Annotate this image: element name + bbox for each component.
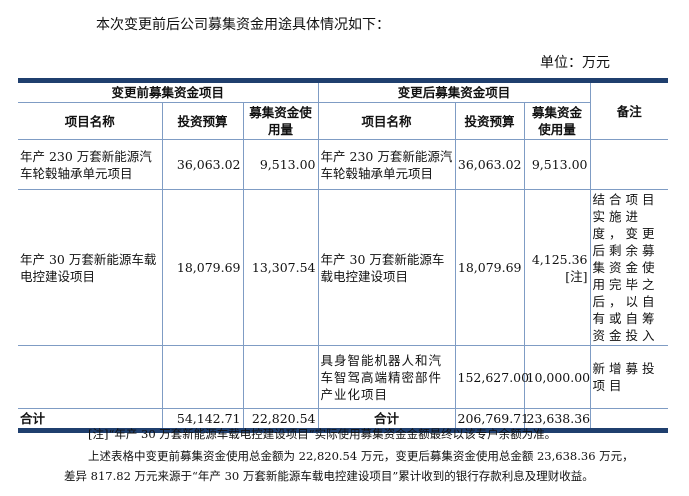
header-before: 变更前募集资金项目 xyxy=(18,80,319,103)
header-name: 项目名称 xyxy=(18,102,163,140)
cell-used: 10,000.00 xyxy=(523,345,591,409)
header-budget: 投资预算 xyxy=(454,102,525,140)
cell-remark: 新增募投项目 xyxy=(589,345,669,409)
cell-name: 年产 30 万套新能源车载电控建设项目 xyxy=(317,189,456,346)
cell-budget: 18,079.69 xyxy=(161,189,244,346)
table-row: 年产 230 万套新能源汽车轮毂轴承单元项目 36,063.02 9,513.0… xyxy=(18,139,669,190)
table-row: 具身智能机器人和汽车智驾高端精密部件产业化项目 152,627.00 10,00… xyxy=(18,345,669,409)
cell-used: 13,307.54 xyxy=(242,189,319,346)
cell-budget: 18,079.69 xyxy=(454,189,525,346)
cell-remark xyxy=(589,139,669,190)
header-used: 募集资金使用量 xyxy=(523,102,591,140)
cell-used: 9,513.00 xyxy=(242,139,319,190)
cell-name: 年产 230 万套新能源汽车轮毂轴承单元项目 xyxy=(317,139,456,190)
footnote: [注]“年产 30 万套新能源车载电控建设项目”实际使用募集资金金额最终以该专户… xyxy=(88,427,557,441)
cell-budget xyxy=(161,345,244,409)
total-remark xyxy=(589,408,669,431)
cell-budget: 152,627.00 xyxy=(454,345,529,409)
cell-used: 9,513.00 xyxy=(523,139,591,190)
header-name: 项目名称 xyxy=(317,102,456,140)
table-row: 年产 30 万套新能源车载电控建设项目 18,079.69 13,307.54 … xyxy=(18,189,669,346)
unit-label: 单位：万元 xyxy=(540,55,610,71)
cell-name: 年产 30 万套新能源车载电控建设项目 xyxy=(18,189,163,346)
cell-budget: 36,063.02 xyxy=(161,139,244,190)
cell-remark: 结合项目实施进度，变更后剩余募集资金使用完毕之后，以自有或自筹资金投入 xyxy=(589,189,669,346)
note-paragraph-line: 上述表格中变更前募集资金使用总金额为 22,820.54 万元，变更后募集资金使… xyxy=(88,449,634,463)
header-budget: 投资预算 xyxy=(161,102,244,140)
cell-budget: 36,063.02 xyxy=(454,139,525,190)
cell-name: 年产 230 万套新能源汽车轮毂轴承单元项目 xyxy=(18,139,163,190)
cell-name: 具身智能机器人和汽车智驾高端精密部件产业化项目 xyxy=(317,345,456,409)
cell-name xyxy=(18,345,163,409)
header-remark: 备注 xyxy=(589,80,669,140)
intro-text: 本次变更前后公司募集资金用途具体情况如下： xyxy=(96,17,390,33)
header-used: 募集资金使用量 xyxy=(242,102,319,140)
note-marker: [注] xyxy=(565,268,588,284)
header-after: 变更后募集资金项目 xyxy=(317,80,591,103)
cell-used: 4,125.36 [注] xyxy=(523,189,591,346)
fund-usage-table: 变更前募集资金项目 变更后募集资金项目 备注 项目名称 投资预算 募集资金使用量… xyxy=(18,78,669,433)
note-paragraph-line: 差异 817.82 万元来源于“年产 30 万套新能源车载电控建设项目”累计收到… xyxy=(64,469,594,483)
used-value: 4,125.36 xyxy=(531,251,588,267)
cell-used xyxy=(242,345,319,409)
